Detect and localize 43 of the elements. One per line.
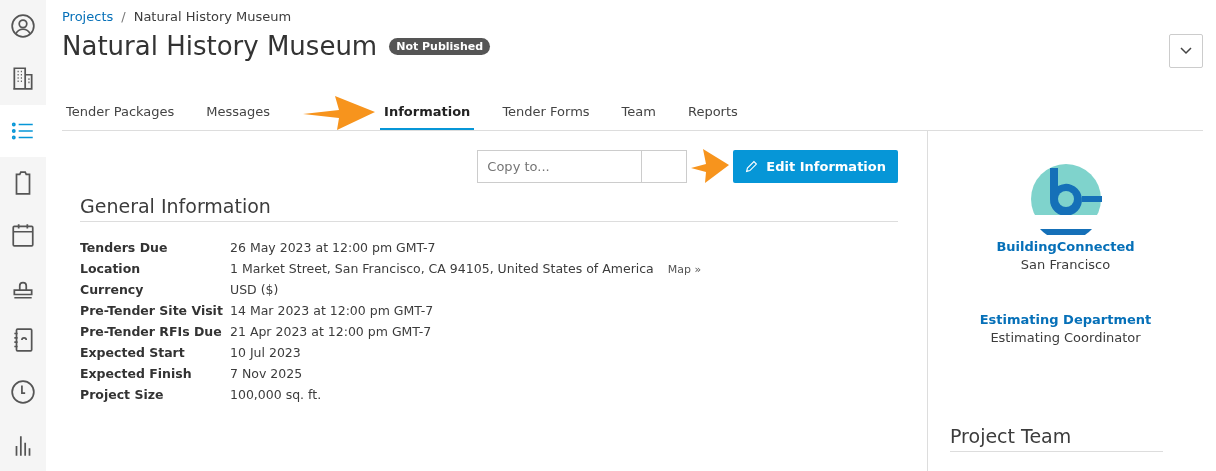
tab[interactable]: Tender Forms — [498, 94, 594, 130]
copy-to-field[interactable]: Copy to... — [477, 150, 642, 183]
field-label: Project Size — [80, 387, 165, 402]
field-label: Location — [80, 261, 142, 276]
building-icon — [10, 65, 36, 92]
dropdown-button[interactable] — [1169, 34, 1203, 68]
department-link[interactable]: Estimating Department — [979, 312, 1152, 327]
section-title: General Information — [80, 195, 898, 222]
annotation-arrow — [690, 146, 731, 186]
breadcrumb-link[interactable]: Projects — [62, 8, 114, 24]
status-badge: Not Published — [389, 37, 491, 55]
field-label: Expected Start — [80, 345, 186, 360]
tab[interactable]: Reports — [683, 94, 742, 130]
tab[interactable]: Team — [617, 94, 660, 130]
field-value: USD ($) — [230, 282, 279, 297]
field-value: 21 Apr 2023 at 12:00 pm GMT-7 — [230, 324, 432, 339]
field-value: 1 Market Street, San Francisco, CA 94105, United States of America — [230, 261, 654, 276]
field-label: Pre-Tender RFIs Due — [80, 324, 223, 339]
user-icon — [10, 13, 36, 40]
field-value: 26 May 2023 at 12:00 pm GMT-7 — [230, 240, 436, 255]
clock-icon — [10, 379, 36, 406]
contact-role: Estimating Coordinator — [990, 330, 1141, 345]
breadcrumb-separator: / — [121, 8, 126, 24]
field-label: Pre-Tender Site Visit — [80, 303, 224, 318]
page-title: Natural History Museum — [62, 31, 378, 61]
calendar-icon — [10, 222, 36, 249]
field-value: 14 Mar 2023 at 12:00 pm GMT-7 — [230, 303, 434, 318]
chevron-down-icon — [1180, 47, 1192, 55]
field-label: Tenders Due — [80, 240, 169, 255]
field-value: 100,000 sq. ft. — [230, 387, 322, 402]
field-label: Expected Finish — [80, 366, 193, 381]
tab[interactable]: Messages — [202, 94, 275, 130]
breadcrumb-current: Natural History Museum — [133, 8, 292, 24]
field-value: 10 Jul 2023 — [230, 345, 301, 360]
tab[interactable]: Tender Packages — [62, 94, 179, 130]
company-name-link[interactable]: BuildingConnected — [996, 239, 1135, 254]
field-label: Currency — [80, 282, 145, 297]
map-link[interactable]: Map » — [667, 263, 702, 276]
pencil-icon — [745, 160, 759, 173]
section-title: Project Team — [950, 425, 1163, 452]
tab[interactable]: Information — [380, 94, 475, 130]
company-city: San Francisco — [1020, 257, 1111, 272]
field-value: 7 Nov 2025 — [230, 366, 303, 381]
